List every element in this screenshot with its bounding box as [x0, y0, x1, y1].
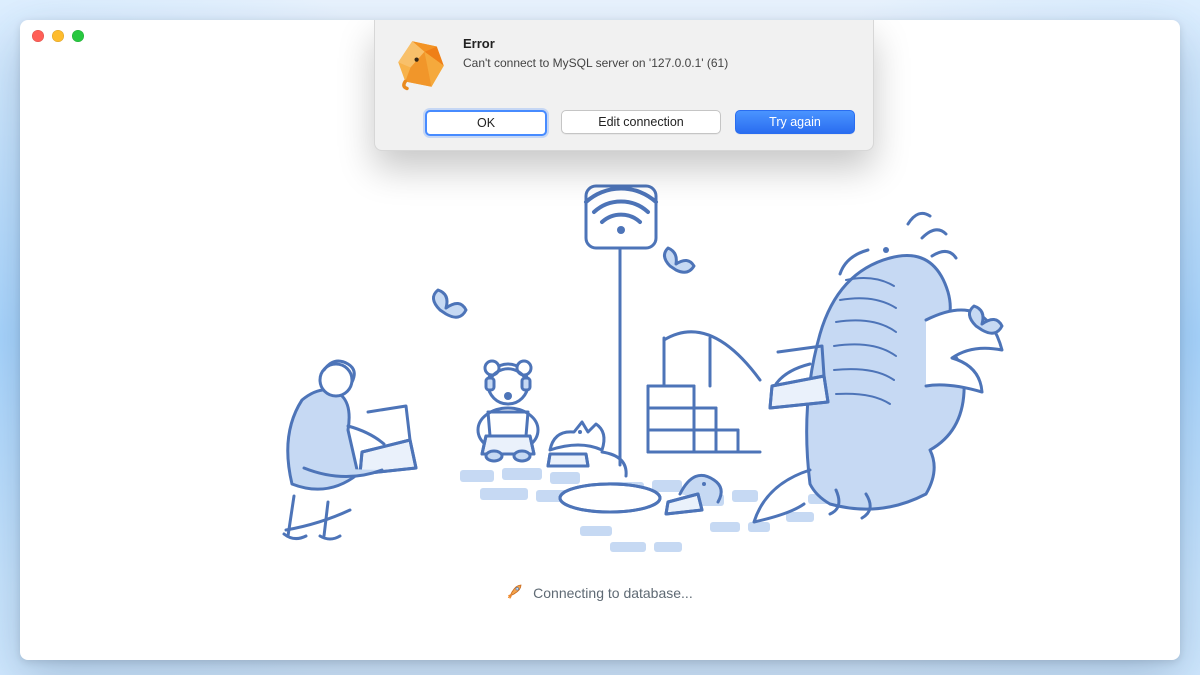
- error-alert: Error Can't connect to MySQL server on '…: [374, 20, 874, 151]
- edit-connection-button-label: Edit connection: [598, 115, 683, 129]
- app-icon: [393, 36, 449, 92]
- alert-title: Error: [463, 36, 855, 51]
- try-again-button[interactable]: Try again: [735, 110, 855, 134]
- status-text: Connecting to database...: [533, 585, 693, 601]
- edit-connection-button[interactable]: Edit connection: [561, 110, 721, 134]
- app-window: Connecting to database...: [20, 20, 1180, 660]
- window-content: Connecting to database...: [20, 20, 1180, 660]
- connecting-illustration: [250, 150, 1010, 570]
- status-line: Connecting to database...: [20, 583, 1180, 602]
- ok-button[interactable]: OK: [425, 110, 547, 136]
- alert-button-row: OK Edit connection Try again: [393, 110, 855, 136]
- rocket-icon: [507, 583, 523, 602]
- alert-message: Can't connect to MySQL server on '127.0.…: [463, 55, 855, 71]
- ok-button-label: OK: [477, 116, 495, 130]
- try-again-button-label: Try again: [769, 115, 821, 129]
